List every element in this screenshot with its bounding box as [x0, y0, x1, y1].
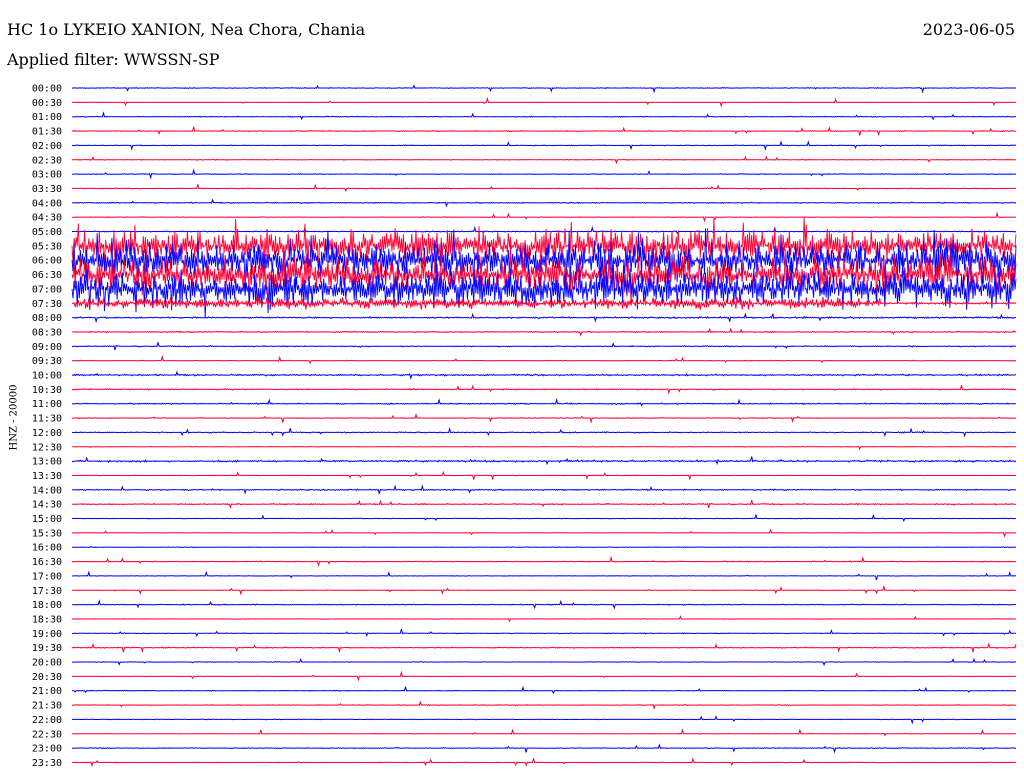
time-tick-label: 17:30 [32, 586, 62, 597]
time-tick-label: 06:00 [32, 256, 62, 267]
trace-row [71, 217, 1017, 276]
trace-row [72, 155, 1017, 165]
time-tick-label: 04:30 [32, 213, 62, 224]
trace-row [71, 183, 1017, 193]
time-tick-label: 08:30 [32, 327, 62, 338]
trace-row [71, 456, 1017, 466]
time-tick-label: 12:30 [32, 442, 62, 453]
trace-row [71, 312, 1017, 324]
time-tick-label: 22:30 [32, 729, 62, 740]
trace-row [71, 743, 1017, 754]
time-tick-label: 13:00 [32, 457, 62, 468]
trace-row [71, 397, 1016, 407]
time-tick-label: 05:30 [32, 241, 62, 252]
time-tick-label: 13:30 [32, 471, 62, 482]
trace-row [71, 715, 1017, 725]
helicorder-plot: 00:00 00:30 01:00 01:30 02:00 02:30 03:00 03:30… [32, 84, 1017, 769]
trace-row [71, 168, 1017, 180]
trace-row [72, 685, 1017, 695]
time-tick-label: 20:30 [32, 672, 62, 683]
trace-row [71, 211, 1017, 223]
trace-row [71, 140, 1017, 152]
time-tick-label: 00:00 [32, 84, 62, 95]
trace-row [71, 470, 1017, 481]
time-tick-label: 08:00 [32, 313, 62, 324]
time-tick-label: 11:00 [32, 399, 62, 410]
trace-row [71, 413, 1017, 424]
time-tick-label: 12:00 [32, 428, 62, 439]
time-tick-label: 23:00 [32, 744, 62, 755]
time-tick-label: 10:30 [32, 385, 62, 396]
trace-row [72, 126, 1017, 137]
trace-row [71, 484, 1017, 495]
trace-row [71, 670, 1017, 682]
trace-row [71, 570, 1017, 581]
time-tick-label: 21:30 [32, 701, 62, 712]
trace-row [71, 240, 1017, 308]
trace-row [71, 642, 1017, 654]
trace-row [72, 546, 1017, 549]
trace-row [71, 111, 1017, 121]
time-tick-label: 09:30 [32, 356, 62, 367]
time-tick-label: 19:30 [32, 643, 62, 654]
time-tick-label: 11:30 [32, 414, 62, 425]
time-tick-label: 19:00 [32, 629, 62, 640]
time-tick-label: 14:00 [32, 485, 62, 496]
trace-row [71, 96, 1017, 108]
trace-row [71, 700, 1017, 710]
trace-row [71, 370, 1017, 380]
time-tick-label: 14:30 [32, 500, 62, 511]
trace-row [71, 499, 1017, 509]
trace-row [71, 615, 1017, 623]
trace-row [71, 628, 1017, 638]
time-tick-label: 18:00 [32, 600, 62, 611]
time-tick-label: 03:00 [32, 170, 62, 181]
trace-row [71, 728, 1017, 737]
time-tick-label: 06:30 [32, 270, 62, 281]
trace-row [72, 225, 1017, 235]
trace-row [71, 757, 1017, 768]
time-tick-label: 10:00 [32, 371, 62, 382]
time-tick-label: 23:30 [32, 758, 62, 769]
trace-row [71, 198, 1017, 208]
trace-row [71, 327, 1017, 337]
time-tick-label: 05:00 [32, 227, 62, 238]
time-tick-label: 16:00 [32, 543, 62, 554]
time-tick-label: 20:00 [32, 658, 62, 669]
trace-row [71, 354, 1017, 365]
trace-row [71, 342, 1017, 351]
trace-row [71, 296, 1017, 310]
time-tick-label: 15:00 [32, 514, 62, 525]
time-tick-label: 04:00 [32, 198, 62, 209]
time-tick-label: 01:30 [32, 127, 62, 138]
time-tick-label: 21:00 [32, 686, 62, 697]
time-tick-label: 17:00 [32, 571, 62, 582]
trace-row [71, 657, 1017, 667]
time-tick-label: 09:00 [32, 342, 62, 353]
trace-row [71, 426, 1016, 438]
trace-row [71, 555, 1017, 567]
time-tick-label: 15:30 [32, 528, 62, 539]
trace-row [71, 384, 1017, 395]
time-tick-label: 07:30 [32, 299, 62, 310]
time-tick-label: 18:30 [32, 614, 62, 625]
time-tick-label: 00:30 [32, 98, 62, 109]
trace-row [72, 513, 1017, 523]
time-tick-label: 02:00 [32, 141, 62, 152]
time-tick-label: 03:30 [32, 184, 62, 195]
trace-row [71, 586, 1017, 596]
trace-row [72, 445, 1017, 451]
trace-row [71, 257, 1017, 319]
trace-row [71, 528, 1017, 538]
time-tick-label: 22:00 [32, 715, 62, 726]
time-tick-label: 07:00 [32, 284, 62, 295]
time-tick-label: 02:30 [32, 155, 62, 166]
trace-row [71, 84, 1017, 94]
time-tick-label: 16:30 [32, 557, 62, 568]
trace-row [71, 599, 1016, 610]
time-tick-label: 01:00 [32, 112, 62, 123]
